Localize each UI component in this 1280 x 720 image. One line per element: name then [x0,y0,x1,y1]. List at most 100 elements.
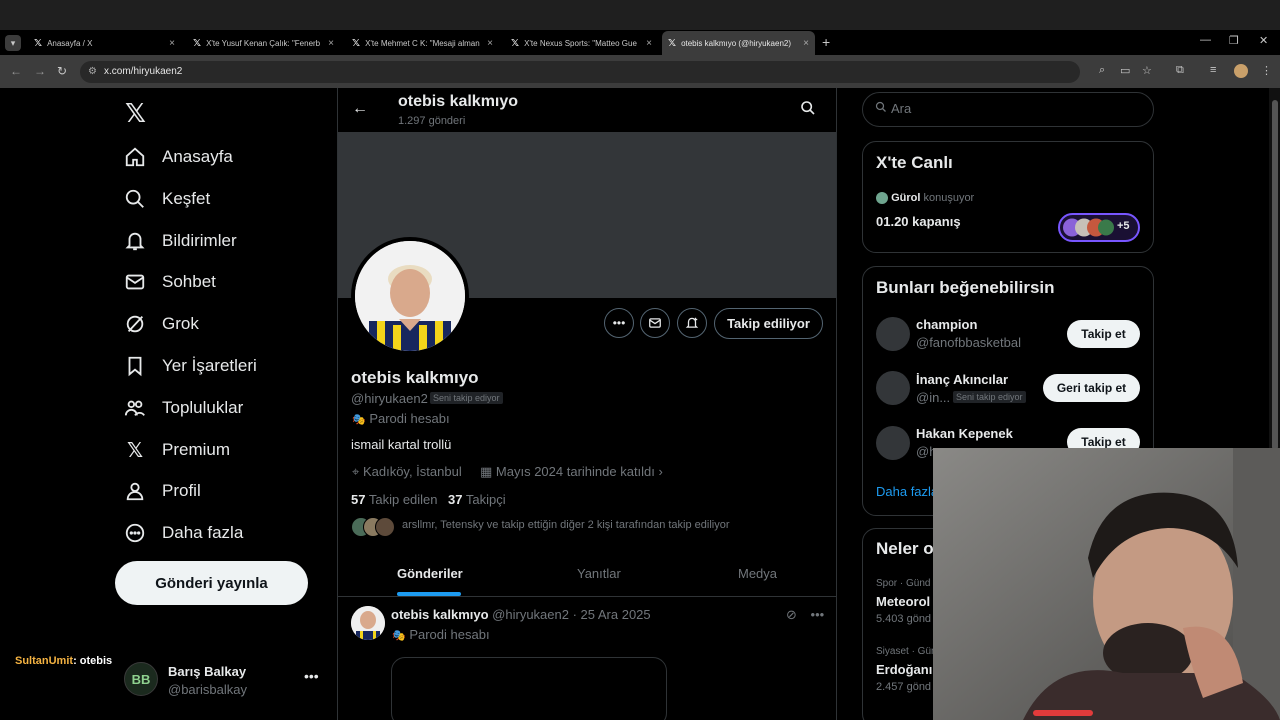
more-options-button[interactable]: ••• [604,308,634,338]
minimize-icon[interactable]: — [1200,34,1211,46]
avatar[interactable] [876,426,910,460]
post-header: otebis kalkmıyo @hiryukaen2 · 25 Ara 202… [391,607,651,622]
browser-tab-active[interactable]: 𝕏 otebis kalkmıyo (@hiryukaen2) × [662,31,815,55]
url-text[interactable]: x.com/hiryukaen2 [104,66,182,77]
browser-menu-icon[interactable]: ⋮ [1261,64,1272,77]
nav-messages[interactable]: Sohbet [124,265,216,299]
x-favicon-icon: 𝕏 [352,37,361,49]
site-info-icon[interactable]: ⚙ [88,66,97,77]
x-premium-icon: 𝕏 [126,439,144,462]
bookmark-star-icon[interactable]: ☆ [1142,64,1152,77]
nav-label: Yer İşaretleri [162,356,257,375]
nav-communities[interactable]: Topluluklar [124,391,243,425]
search-icon [875,101,887,116]
avatar[interactable] [351,606,385,640]
extensions-icon[interactable]: ⧉ [1176,64,1184,77]
post-author-name[interactable]: otebis kalkmıyo [391,607,489,622]
followers-count: 37 [448,492,463,507]
back-arrow-icon[interactable]: ← [352,100,368,118]
show-more-link[interactable]: Daha fazla [876,484,938,499]
avatar[interactable] [876,317,910,351]
grok-icon[interactable]: ⊘ [786,607,797,622]
forward-icon[interactable]: → [34,64,46,78]
trend-name[interactable]: Erdoğanı [876,662,932,677]
more-dots-icon[interactable]: ••• [304,668,319,684]
follow-button[interactable]: Takip et [1067,320,1140,348]
zoom-icon[interactable]: ⌕ [1099,64,1105,77]
space-title[interactable]: 01.20 kapanış [876,214,961,229]
suggestion-name[interactable]: Hakan Kepenek [916,426,1013,441]
media-control-icon[interactable]: ≡ [1210,64,1216,76]
window-close-icon[interactable]: ✕ [1259,34,1268,47]
notify-bell-button[interactable] [677,308,707,338]
x-logo-icon[interactable]: 𝕏 [125,98,146,129]
tab-replies[interactable]: Yanıtlar [577,566,621,581]
nav-notifications[interactable]: Bildirimler [124,224,237,258]
nav-label: Grok [162,314,199,333]
host-name: Gürol [891,192,921,204]
follows-you-badge: Seni takip ediyor [430,392,503,404]
mask-icon: 🎭 [392,630,406,642]
nav-label: Sohbet [162,272,216,291]
following-button[interactable]: Takip ediliyor [714,308,823,339]
profile-avatar[interactable] [351,237,469,355]
trend-count: 2.457 gönd [876,681,932,693]
restore-icon[interactable]: ❐ [1229,34,1239,47]
nav-grok[interactable]: Grok [124,307,199,341]
cast-icon[interactable]: ▭ [1120,64,1130,77]
more-dots-icon[interactable]: ••• [811,607,825,622]
close-icon[interactable]: × [328,38,334,49]
home-icon [124,146,146,168]
nav-home[interactable]: Anasayfa [124,140,233,174]
nav-premium[interactable]: 𝕏 Premium [124,433,230,467]
followers-stat[interactable]: 37 Takipçi [448,492,506,507]
nav-more[interactable]: Daha fazla [124,516,243,550]
profile-handle: @hiryukaen2 [351,391,428,406]
browser-profile-avatar[interactable] [1234,64,1248,78]
post-count: 1.297 gönderi [398,115,466,127]
suggestion-name[interactable]: İnanç Akıncılar [916,372,1008,387]
following-stat[interactable]: 57 Takip edilen [351,492,438,507]
suggestion-name[interactable]: champion [916,317,977,332]
message-button[interactable] [640,308,670,338]
person-icon [124,480,146,502]
follow-back-button[interactable]: Geri takip et [1043,374,1140,402]
avatar[interactable] [876,371,910,405]
close-icon[interactable]: × [487,38,493,49]
post-media[interactable] [391,657,667,720]
trends-title: Neler o [876,539,934,558]
live-host[interactable]: Gürol konuşuyor [876,192,974,205]
close-icon[interactable]: × [169,38,175,49]
back-icon[interactable]: ← [10,64,22,78]
tab-search-button[interactable]: ▾ [5,35,21,51]
mutual-text: arsllmr, Tetensky ve takip ettiğin diğer… [402,519,730,531]
reload-icon[interactable]: ↻ [57,64,67,78]
nav-bookmarks[interactable]: Yer İşaretleri [124,349,257,383]
account-switcher[interactable]: BB Barış Balkay @barisbalkay ••• [124,660,324,700]
chevron-right-icon: › [658,464,663,479]
browser-tab[interactable]: 𝕏 X'te Mehmet C K: "Mesaji alman × [346,31,499,55]
post-button[interactable]: Gönderi yayınla [115,561,308,605]
joined-text: Mayıs 2024 tarihinde katıldı [495,464,655,479]
browser-tab[interactable]: 𝕏 Anasayfa / X × [28,31,181,55]
nav-label: Topluluklar [162,398,244,417]
trend-category: Siyaset · Gün [876,646,937,657]
nav-explore[interactable]: Keşfet [124,182,210,216]
browser-tab[interactable]: 𝕏 X'te Yusuf Kenan Çalık: "Fenerb × [187,31,340,55]
close-icon[interactable]: × [646,38,652,49]
new-tab-button[interactable]: + [822,34,830,50]
nav-profile[interactable]: Profil [124,474,201,508]
tab-posts[interactable]: Gönderiler [397,566,463,581]
search-icon[interactable] [800,100,816,119]
profile-joined[interactable]: ▦ Mayıs 2024 tarihinde katıldı › [480,464,663,480]
nav-label: Bildirimler [162,231,237,250]
scrollbar-thumb[interactable] [1272,100,1278,450]
close-icon[interactable]: × [803,38,809,49]
tab-media[interactable]: Medya [738,566,777,581]
mutual-followers[interactable]: arsllmr, Tetensky ve takip ettiğin diğer… [351,517,741,537]
profile-name: otebis kalkmıyo [351,368,479,387]
address-bar[interactable] [80,61,1080,83]
following-count: 57 [351,492,366,507]
trend-name[interactable]: Meteorol [876,594,930,609]
browser-tab[interactable]: 𝕏 X'te Nexus Sports: "Matteo Gue × [505,31,658,55]
